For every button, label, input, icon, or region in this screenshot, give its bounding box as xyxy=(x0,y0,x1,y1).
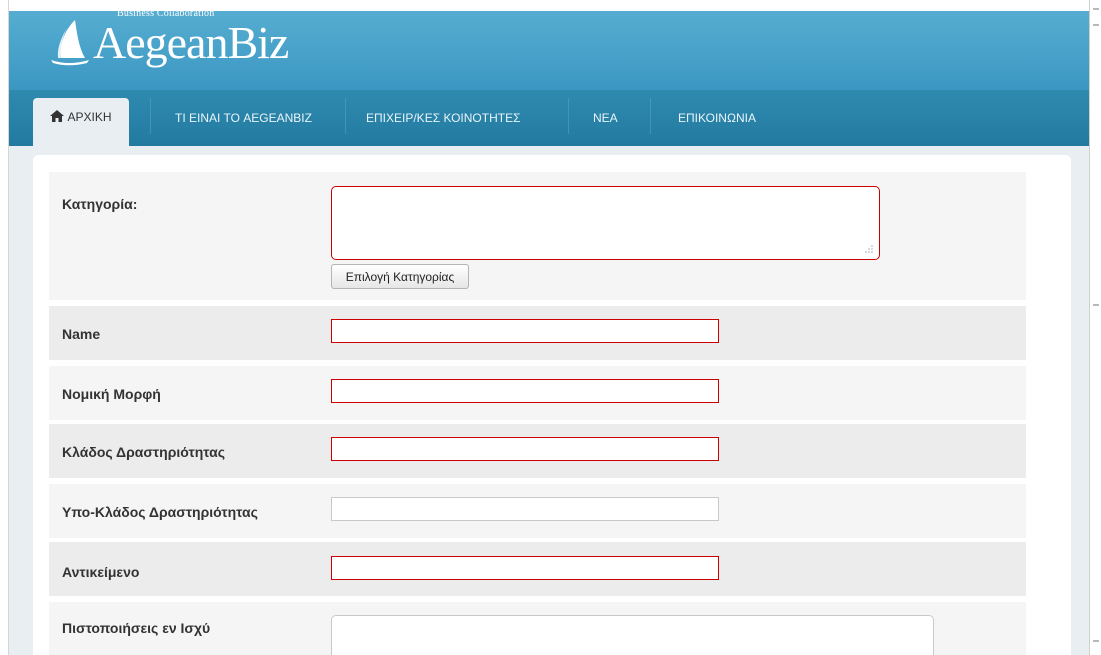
resize-grip-icon xyxy=(865,245,873,253)
site-header: AegeanBiz Business Collaboration xyxy=(9,0,1089,90)
scrollbar-mark xyxy=(1093,24,1099,26)
select-category-button[interactable]: Επιλογή Κατηγορίας xyxy=(331,264,469,289)
certifications-textarea[interactable] xyxy=(331,615,934,655)
form-row-subject: Αντικείμενο xyxy=(49,542,1026,596)
field-label: Κλάδος Δραστηριότητας xyxy=(62,444,225,460)
sail-logo-icon xyxy=(51,20,89,66)
form-row-name: Name xyxy=(49,306,1026,360)
form-row-certifications: Πιστοποιήσεις εν Ισχύ xyxy=(49,602,1026,655)
page: AegeanBiz Business Collaboration ΑΡΧΙΚΗ … xyxy=(0,0,1101,655)
scrollbar-mark xyxy=(1093,8,1099,10)
form-row-legal-form: Νομική Μορφή xyxy=(49,366,1026,420)
nav-item-home[interactable]: ΑΡΧΙΚΗ xyxy=(33,98,129,146)
nav-item-label: ΑΡΧΙΚΗ xyxy=(67,110,112,124)
form-row-activity-sector: Κλάδος Δραστηριότητας xyxy=(49,424,1026,478)
home-icon xyxy=(50,110,65,122)
nav-divider xyxy=(345,98,346,134)
nav-item-communities[interactable]: ΕΠΙΧΕΙΡ/ΚΕΣ ΚΟΙΝΟΤΗΤΕΣ xyxy=(366,102,521,146)
logo-wordmark: AegeanBiz xyxy=(93,17,289,68)
nav-divider xyxy=(650,98,651,134)
nav-item-news[interactable]: ΝΕΑ xyxy=(593,102,618,146)
field-label: Υπο-Κλάδος Δραστηριότητας xyxy=(62,504,258,520)
activity-subsector-input[interactable] xyxy=(331,497,719,521)
field-label: Name xyxy=(62,326,101,342)
scrollbar-mark xyxy=(1093,640,1099,642)
nav-item-about[interactable]: ΤΙ ΕΙΝΑΙ ΤΟ AEGEANBIZ xyxy=(175,102,312,146)
scrollbar-mark xyxy=(1093,304,1099,306)
form-panel: Κατηγορία: Επιλογή Κατηγορίας Name Νομικ… xyxy=(33,155,1071,655)
field-label: Πιστοποιήσεις εν Ισχύ xyxy=(62,620,211,636)
field-label: Αντικείμενο xyxy=(62,564,140,580)
main-nav: ΑΡΧΙΚΗ ΤΙ ΕΙΝΑΙ ΤΟ AEGEANBIZ ΕΠΙΧΕΙΡ/ΚΕΣ… xyxy=(9,90,1089,146)
nav-divider xyxy=(568,98,569,134)
subject-input[interactable] xyxy=(331,556,719,580)
name-input[interactable] xyxy=(331,319,719,343)
field-label: Κατηγορία: xyxy=(62,196,138,212)
legal-form-input[interactable] xyxy=(331,379,719,403)
window-left-edge xyxy=(0,0,9,655)
field-label: Νομική Μορφή xyxy=(62,386,161,402)
nav-divider xyxy=(150,98,151,134)
activity-sector-input[interactable] xyxy=(331,437,719,461)
nav-item-contact[interactable]: ΕΠΙΚΟΙΝΩΝΙΑ xyxy=(678,102,756,146)
form-row-category: Κατηγορία: Επιλογή Κατηγορίας xyxy=(49,172,1026,300)
logo-tagline: Business Collaboration xyxy=(117,8,215,19)
window-scrollbar[interactable] xyxy=(1089,0,1101,655)
form-row-activity-subsector: Υπο-Κλάδος Δραστηριότητας xyxy=(49,484,1026,538)
category-textarea[interactable] xyxy=(331,186,880,260)
